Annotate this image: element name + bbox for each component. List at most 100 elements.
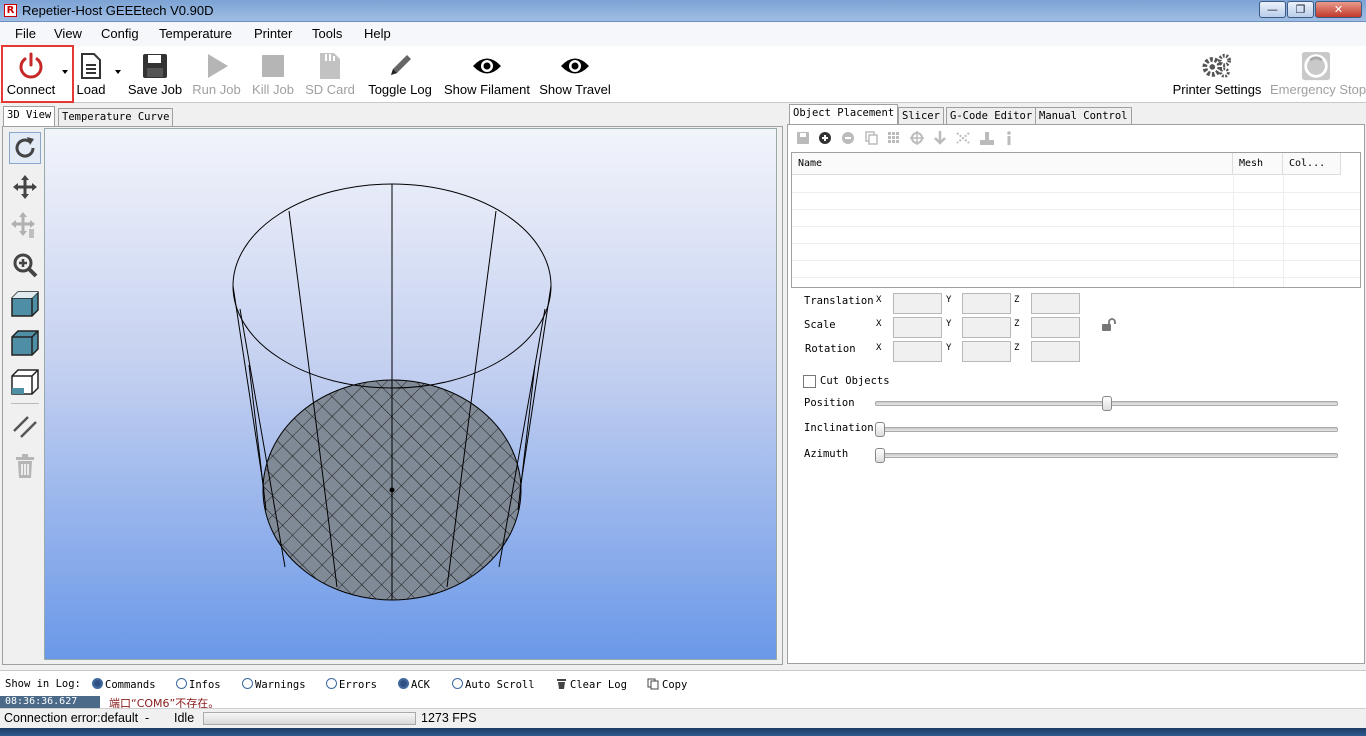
menu-file[interactable]: File — [15, 26, 36, 41]
column-header-color[interactable]: Col... — [1283, 153, 1341, 175]
delete-object-button[interactable] — [9, 450, 41, 482]
position-slider-thumb[interactable] — [1101, 396, 1112, 411]
show-travel-button[interactable]: Show Travel — [536, 46, 614, 102]
ack-radio[interactable] — [398, 678, 409, 689]
ack-filter[interactable]: ACK — [398, 678, 430, 691]
auto-scroll-label: Auto Scroll — [465, 679, 535, 691]
menu-printer[interactable]: Printer — [254, 26, 292, 41]
front-view-button[interactable] — [9, 327, 41, 359]
load-button[interactable]: Load — [74, 46, 108, 102]
emergency-stop-button[interactable]: Emergency Stop — [1270, 46, 1366, 102]
commands-radio[interactable] — [92, 678, 103, 689]
translation-label: Translation — [804, 295, 874, 307]
scale-x-field[interactable] — [893, 317, 942, 338]
trash-icon — [16, 454, 34, 478]
remove-object-icon[interactable] — [842, 132, 854, 144]
power-icon — [16, 50, 46, 82]
auto-scroll-toggle[interactable]: Auto Scroll — [452, 678, 535, 691]
emergency-stop-icon — [1301, 50, 1331, 82]
commands-filter[interactable]: Commands — [92, 678, 156, 691]
land-object-icon[interactable] — [980, 132, 994, 145]
tab-3d-view[interactable]: 3D View — [3, 106, 56, 127]
info-icon[interactable] — [1007, 131, 1011, 145]
parallel-projection-button[interactable] — [9, 410, 41, 442]
clear-log-label: Clear Log — [570, 679, 627, 691]
object-list-table[interactable]: Name Mesh Col... — [791, 152, 1361, 288]
connect-dropdown-icon[interactable] — [62, 70, 68, 74]
infos-label: Infos — [189, 679, 221, 691]
run-job-button[interactable]: Run Job — [189, 46, 244, 102]
move-view-button[interactable] — [9, 171, 41, 203]
menu-tools[interactable]: Tools — [312, 26, 342, 41]
main-toolbar: Connect Load Save Job Run Job Kill Job S… — [0, 46, 1366, 103]
translation-z-field[interactable] — [1031, 293, 1080, 314]
log-entry: 08:36:36.627 端口“COM6”不存在。 — [0, 696, 1366, 708]
tab-object-placement[interactable]: Object Placement — [789, 104, 899, 125]
copy-icon — [647, 678, 659, 690]
errors-filter[interactable]: Errors — [326, 678, 377, 691]
errors-radio[interactable] — [326, 678, 337, 689]
scale-y-field[interactable] — [962, 317, 1011, 338]
parallel-lines-icon — [13, 416, 37, 438]
play-icon — [202, 50, 232, 82]
center-object-icon[interactable] — [910, 131, 924, 145]
infos-radio[interactable] — [176, 678, 187, 689]
close-button[interactable]: ✕ — [1315, 1, 1362, 18]
cut-objects-checkbox[interactable] — [803, 375, 816, 388]
translation-x-label: X — [876, 295, 882, 305]
eye-icon — [472, 50, 502, 82]
kill-job-button[interactable]: Kill Job — [248, 46, 298, 102]
menu-help[interactable]: Help — [364, 26, 391, 41]
save-object-icon[interactable] — [797, 132, 809, 144]
column-divider — [1283, 175, 1284, 287]
rotation-z-field[interactable] — [1031, 341, 1080, 362]
load-dropdown-icon[interactable] — [115, 70, 121, 74]
warnings-radio[interactable] — [242, 678, 253, 689]
rotate-view-button[interactable] — [9, 132, 41, 164]
rotation-y-label: Y — [946, 343, 952, 353]
copy-log-button[interactable]: Copy — [647, 678, 687, 691]
clear-log-button[interactable]: Clear Log — [556, 678, 627, 691]
save-job-button[interactable]: Save Job — [125, 46, 185, 102]
scale-z-field[interactable] — [1031, 317, 1080, 338]
inclination-slider-thumb[interactable] — [875, 422, 885, 437]
menu-temperature[interactable]: Temperature — [159, 26, 232, 41]
warnings-filter[interactable]: Warnings — [242, 678, 306, 691]
column-header-mesh[interactable]: Mesh — [1233, 153, 1283, 175]
zoom-view-button[interactable] — [9, 249, 41, 281]
connect-button[interactable]: Connect — [2, 46, 60, 102]
tab-temperature-curve[interactable]: Temperature Curve — [58, 108, 174, 127]
azimuth-slider[interactable] — [875, 453, 1338, 458]
status-bar: Connection error:default - Idle 1273 FPS — [0, 708, 1366, 728]
add-object-icon[interactable] — [819, 132, 831, 144]
title-bar: R Repetier-Host GEEEtech V0.90D — ❐ ✕ — [0, 0, 1366, 22]
auto-scroll-radio[interactable] — [452, 678, 463, 689]
warnings-label: Warnings — [255, 679, 306, 691]
scale-y-label: Y — [946, 319, 952, 329]
translation-y-field[interactable] — [962, 293, 1011, 314]
iso-view-button[interactable] — [9, 288, 41, 320]
menu-view[interactable]: View — [54, 26, 82, 41]
3d-viewport[interactable] — [44, 128, 777, 660]
minimize-button[interactable]: — — [1259, 1, 1286, 18]
autoposition-icon[interactable] — [888, 132, 899, 143]
show-filament-button[interactable]: Show Filament — [442, 46, 532, 102]
infos-filter[interactable]: Infos — [176, 678, 221, 691]
rotation-x-field[interactable] — [893, 341, 942, 362]
toggle-log-button[interactable]: Toggle Log — [362, 46, 438, 102]
translation-x-field[interactable] — [893, 293, 942, 314]
column-header-name[interactable]: Name — [792, 153, 1233, 175]
menu-config[interactable]: Config — [101, 26, 139, 41]
drop-object-icon[interactable] — [934, 131, 946, 145]
printer-settings-button[interactable]: Printer Settings — [1170, 46, 1264, 102]
move-object-button[interactable] — [9, 210, 41, 242]
lock-scale-button[interactable] — [1101, 318, 1117, 335]
azimuth-slider-thumb[interactable] — [875, 448, 885, 463]
maximize-button[interactable]: ❐ — [1287, 1, 1314, 18]
inclination-slider[interactable] — [875, 427, 1338, 432]
rotation-y-field[interactable] — [962, 341, 1011, 362]
sd-card-button[interactable]: SD Card — [302, 46, 358, 102]
top-view-button[interactable] — [9, 366, 41, 398]
copy-object-icon[interactable] — [865, 131, 878, 145]
split-object-icon[interactable] — [956, 132, 970, 144]
